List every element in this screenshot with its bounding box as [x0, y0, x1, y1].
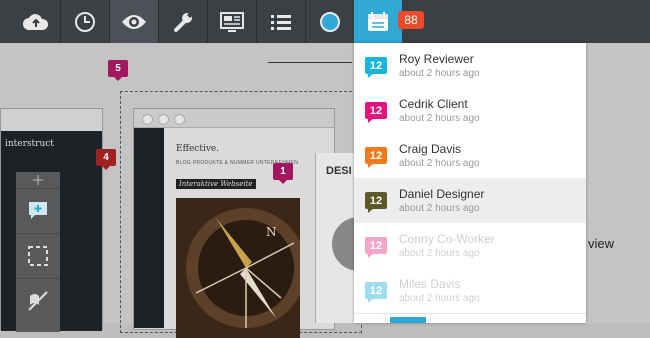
calendar-icon — [368, 11, 388, 31]
notification-item[interactable]: 12 Miles Davis about 2 hours ago — [354, 268, 586, 314]
top-toolbar: 88 — [0, 0, 650, 43]
hide-markers-icon — [28, 291, 48, 311]
add-comment-icon — [29, 202, 47, 219]
clock-icon — [75, 11, 95, 32]
calendar-date-icon: 12 — [365, 57, 387, 78]
calendar-date-icon: 12 — [365, 147, 387, 168]
notification-user-name: Craig Davis — [399, 142, 462, 156]
calendar-date-icon: 12 — [365, 102, 387, 123]
calendar-button[interactable] — [354, 0, 402, 43]
window-dot — [158, 114, 169, 125]
comment-marker[interactable]: 5 — [108, 60, 128, 81]
notification-count-badge: 88 — [398, 11, 424, 29]
frame-title-bar — [134, 109, 334, 128]
notification-time: about 2 hours ago — [399, 158, 480, 169]
status-button[interactable] — [306, 0, 354, 43]
notification-user-name: Miles Davis — [399, 277, 461, 291]
active-indicator — [390, 317, 426, 323]
notification-time: about 2 hours ago — [399, 68, 480, 79]
comment-marker[interactable]: 4 — [96, 149, 116, 170]
notification-time: about 2 hours ago — [399, 203, 480, 214]
notification-time: about 2 hours ago — [399, 248, 480, 259]
notification-user-name: Conny Co-Worker — [399, 232, 495, 246]
notification-time: about 2 hours ago — [399, 293, 480, 304]
frame-sidebar — [134, 128, 164, 328]
comment-marker[interactable]: 1 — [273, 163, 293, 184]
frame-content: Effective. BLOG PRODUKTE & NUMMER UNTERN… — [164, 128, 334, 338]
window-dot — [174, 114, 185, 125]
wrench-icon — [174, 12, 193, 32]
history-button[interactable] — [61, 0, 109, 43]
notification-time: about 2 hours ago — [399, 113, 480, 124]
compass-image: N — [176, 198, 300, 338]
list-icon — [271, 14, 291, 30]
panel-partial-text: view — [588, 236, 615, 251]
annotation-toolbox — [16, 172, 60, 332]
list-button[interactable] — [257, 0, 305, 43]
upload-button[interactable] — [12, 0, 60, 43]
svg-text:N: N — [266, 225, 277, 239]
add-comment-tool[interactable] — [16, 188, 60, 233]
divider-line — [268, 62, 352, 63]
cloud-upload-icon — [23, 13, 49, 30]
preview-button[interactable] — [110, 0, 158, 43]
select-area-icon — [28, 246, 48, 266]
panel-title: DESI — [326, 165, 352, 177]
circle-icon — [320, 11, 340, 32]
frame-heading: Effective. — [176, 144, 220, 154]
notification-user-name: Cedrik Client — [399, 97, 468, 111]
notification-item[interactable]: 12 Daniel Designer about 2 hours ago — [354, 178, 586, 224]
notification-item[interactable]: 12 Craig Davis about 2 hours ago — [354, 133, 586, 179]
calendar-date-icon: 12 — [365, 237, 387, 258]
presentation-icon — [220, 11, 244, 32]
settings-button[interactable] — [159, 0, 207, 43]
hide-markers-tool[interactable] — [16, 278, 60, 323]
toolbox-drag-handle[interactable] — [16, 172, 60, 188]
calendar-date-icon: 12 — [365, 192, 387, 213]
notification-user-name: Daniel Designer — [399, 187, 485, 201]
presentation-button[interactable] — [208, 0, 256, 43]
notification-item[interactable]: 12 Cedrik Client about 2 hours ago — [354, 88, 586, 134]
frame-logo: interstruct — [5, 139, 54, 149]
select-area-tool[interactable] — [16, 233, 60, 278]
window-dot — [142, 114, 153, 125]
notifications-dropdown: 12 Roy Reviewer about 2 hours ago 12 Ced… — [354, 43, 586, 323]
design-frame[interactable]: Effective. BLOG PRODUKTE & NUMMER UNTERN… — [133, 108, 335, 338]
notification-item[interactable]: 12 Roy Reviewer about 2 hours ago — [354, 43, 586, 89]
frame-image-caption: Interaktive Webseite — [176, 179, 256, 189]
notification-item[interactable]: 12 Conny Co-Worker about 2 hours ago — [354, 223, 586, 269]
move-handle-icon — [33, 175, 43, 185]
notification-user-name: Roy Reviewer — [399, 52, 474, 66]
eye-icon — [122, 14, 146, 29]
calendar-date-icon: 12 — [365, 282, 387, 303]
